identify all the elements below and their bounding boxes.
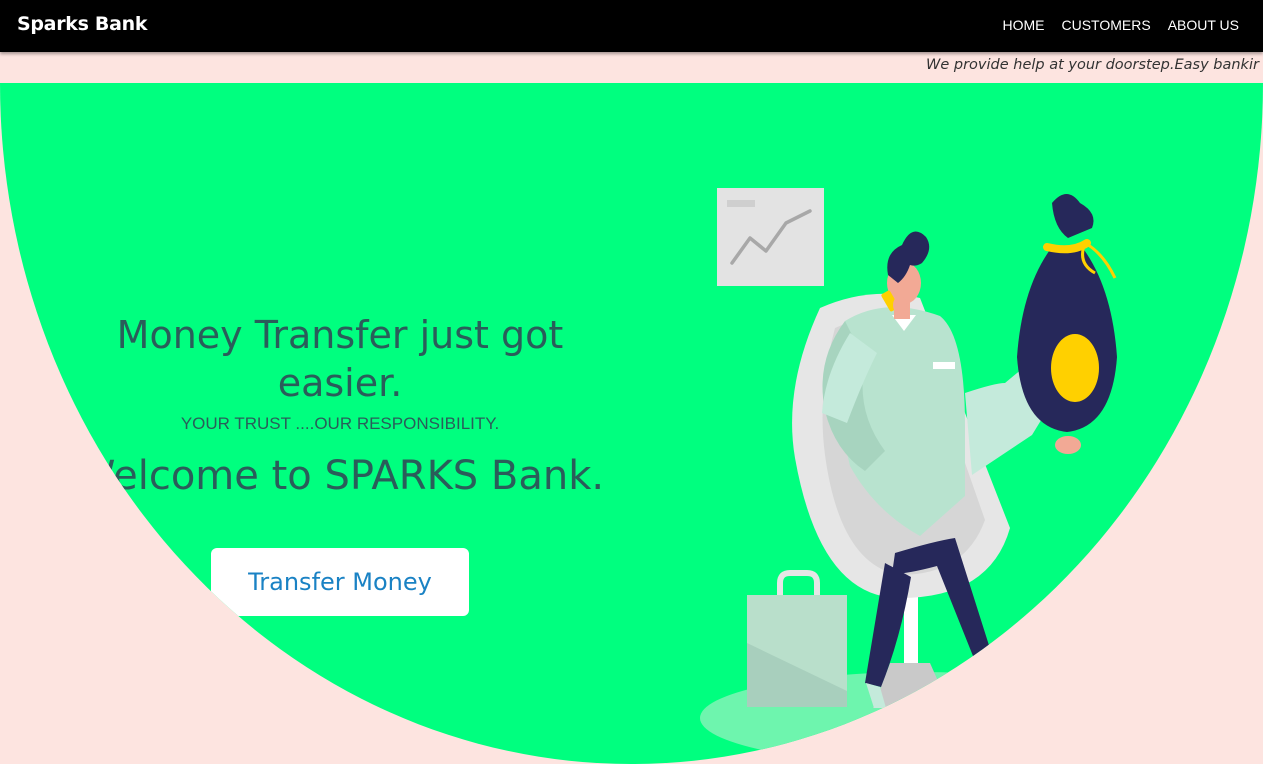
nav-link-home[interactable]: HOME xyxy=(1002,17,1044,33)
hero-section: Money Transfer just got easier. YOUR TRU… xyxy=(0,83,1263,764)
banker-illustration-icon xyxy=(690,143,1150,764)
hero-headline: Money Transfer just got easier. xyxy=(116,313,564,405)
marquee-text: We provide help at your doorstep.Easy ba… xyxy=(926,57,1259,73)
nav-links: HOME CUSTOMERS ABOUT US xyxy=(1002,17,1239,33)
nav-link-about-us[interactable]: ABOUT US xyxy=(1168,17,1239,33)
transfer-money-button[interactable]: Transfer Money xyxy=(211,548,469,616)
brand-logo-text[interactable]: Sparks Bank xyxy=(17,13,148,35)
nav-link-customers[interactable]: CUSTOMERS xyxy=(1061,17,1150,33)
welcome-heading: Welcome to SPARKS Bank. xyxy=(75,453,605,499)
navbar: Sparks Bank HOME CUSTOMERS ABOUT US xyxy=(0,0,1263,52)
announcement-marquee: We provide help at your doorstep.Easy ba… xyxy=(0,53,1263,82)
hero-tagline: YOUR TRUST ....OUR RESPONSIBILITY. xyxy=(180,414,500,433)
